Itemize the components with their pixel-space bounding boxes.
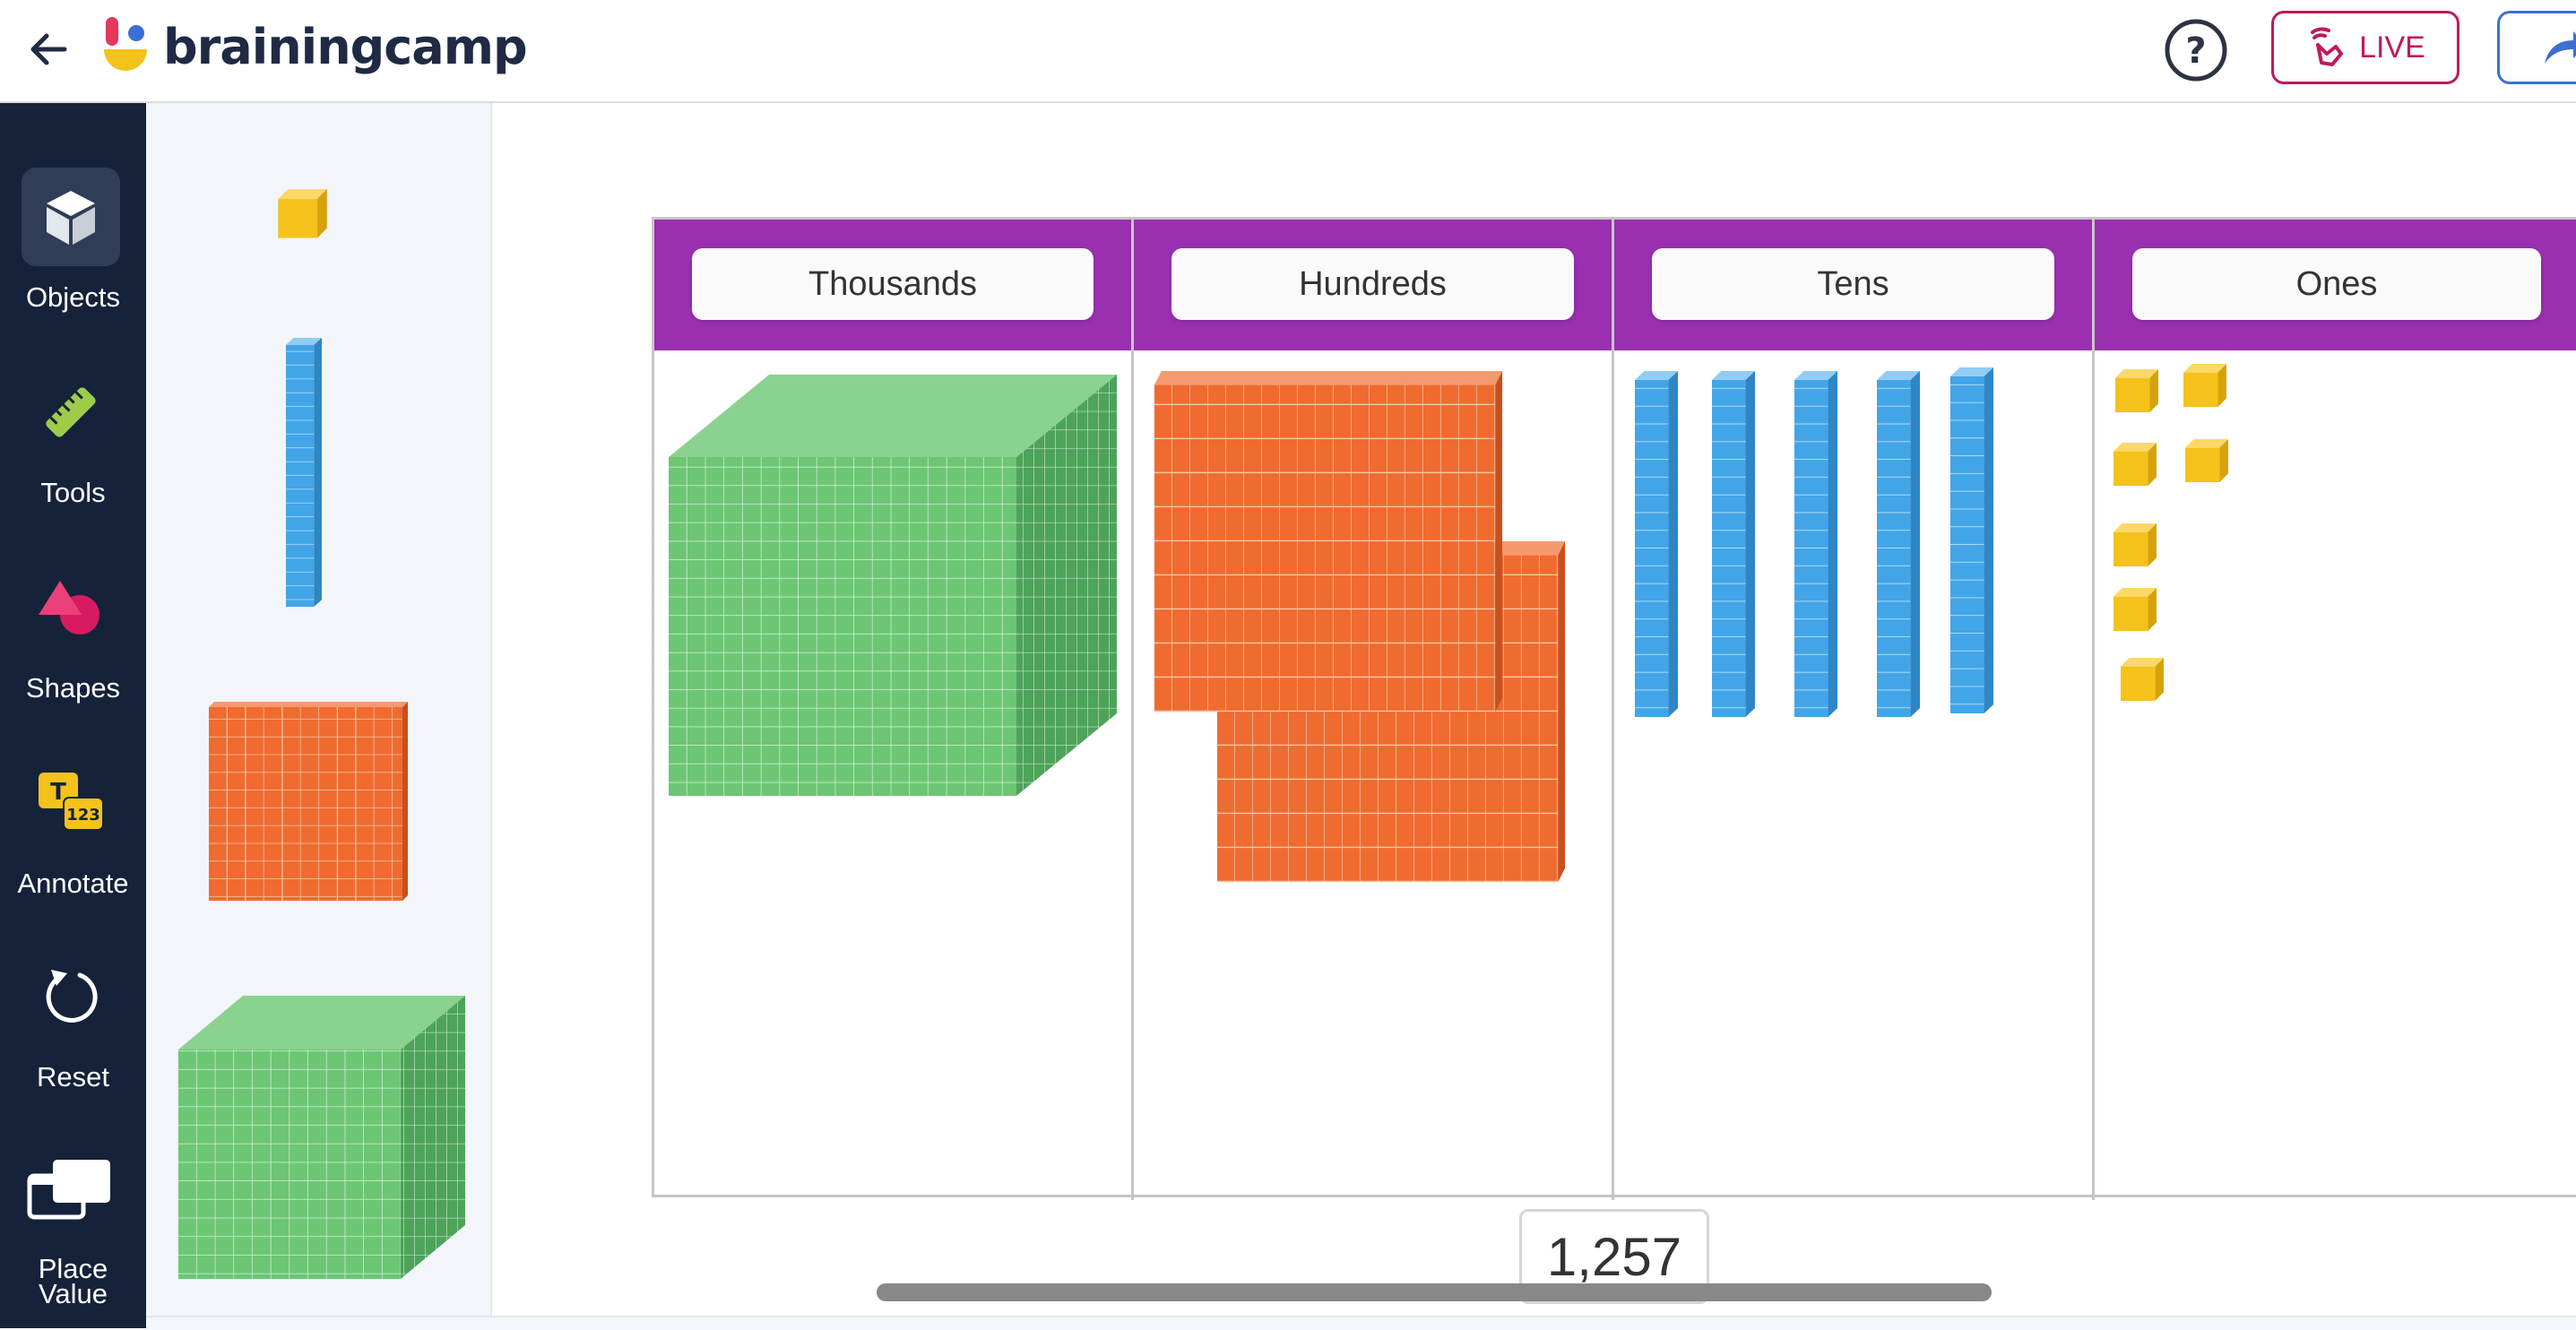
brand-logo[interactable]: brainingcamp bbox=[100, 11, 528, 82]
nav-reset-label: Reset bbox=[37, 1061, 109, 1092]
ten-rod-tile[interactable] bbox=[286, 338, 322, 607]
nav-tools-label: Tools bbox=[40, 477, 106, 508]
svg-text:?: ? bbox=[2185, 30, 2206, 72]
column-header: Ones bbox=[2095, 220, 2576, 350]
cube-icon bbox=[22, 168, 120, 266]
help-question-icon[interactable]: ? bbox=[2162, 16, 2230, 84]
share-arrow-icon bbox=[2545, 31, 2576, 64]
ten-rod-block[interactable] bbox=[1794, 371, 1837, 717]
column-label-ones: Ones bbox=[2132, 248, 2541, 320]
top-header: brainingcamp ? LIVE bbox=[0, 0, 2576, 103]
column-label-thousands: Thousands bbox=[692, 248, 1094, 320]
nav-place-value[interactable]: Place Value bbox=[0, 1141, 146, 1320]
ten-rod-block[interactable] bbox=[1712, 371, 1755, 717]
horizontal-scrollbar[interactable] bbox=[877, 1283, 1992, 1301]
brainingcamp-logo-icon bbox=[104, 17, 147, 71]
share-button[interactable] bbox=[2497, 11, 2576, 84]
ten-rod-block[interactable] bbox=[1950, 367, 1993, 713]
broadcast-hand-icon bbox=[2311, 27, 2344, 66]
column-label-hundreds: Hundreds bbox=[1171, 248, 1574, 320]
column-ones[interactable]: Ones bbox=[2095, 220, 2576, 1200]
nav-annotate-label: Annotate bbox=[17, 868, 129, 899]
nav-shapes[interactable]: Shapes bbox=[0, 558, 146, 738]
column-label-tens: Tens bbox=[1652, 248, 2054, 320]
unit-cube-block[interactable] bbox=[2182, 364, 2228, 407]
ten-rod-block[interactable] bbox=[1877, 371, 1920, 717]
live-label: LIVE bbox=[2359, 30, 2425, 65]
nav-tools[interactable]: Tools bbox=[0, 363, 146, 542]
svg-text:123: 123 bbox=[66, 806, 100, 825]
ruler-icon bbox=[22, 363, 120, 462]
left-toolbar: Objects Tools Shapes T 123 Annotate Rese… bbox=[0, 103, 146, 1328]
reset-icon bbox=[22, 947, 120, 1046]
unit-cube-block[interactable] bbox=[2112, 588, 2158, 631]
thousand-cube-tile[interactable] bbox=[178, 996, 467, 1282]
object-palette bbox=[146, 103, 492, 1317]
thousand-cube-block[interactable] bbox=[669, 375, 1119, 798]
hundred-flat-block[interactable] bbox=[1154, 371, 1504, 715]
unit-cube-block[interactable] bbox=[2112, 523, 2158, 566]
shapes-icon bbox=[22, 558, 120, 657]
live-button[interactable]: LIVE bbox=[2271, 11, 2459, 84]
nav-reset[interactable]: Reset bbox=[0, 947, 146, 1127]
unit-cube-block[interactable] bbox=[2119, 658, 2165, 701]
column-header: Tens bbox=[1614, 220, 2092, 350]
nav-objects[interactable]: Objects bbox=[0, 168, 146, 347]
hundred-flat-tile[interactable] bbox=[209, 702, 411, 903]
place-value-icon bbox=[22, 1141, 120, 1239]
back-arrow-icon[interactable] bbox=[20, 20, 79, 79]
brand-name: brainingcamp bbox=[163, 18, 528, 75]
nav-value-label: Value bbox=[39, 1278, 108, 1309]
nav-shapes-label: Shapes bbox=[25, 672, 121, 704]
nav-annotate[interactable]: T 123 Annotate bbox=[0, 754, 146, 933]
unit-cube-block[interactable] bbox=[2183, 439, 2230, 482]
nav-objects-label: Objects bbox=[25, 281, 121, 313]
column-header: Hundreds bbox=[1134, 220, 1612, 350]
column-tens[interactable]: Tens bbox=[1614, 220, 2095, 1200]
unit-cube-block[interactable] bbox=[2112, 443, 2158, 486]
ten-rod-block[interactable] bbox=[1635, 371, 1678, 717]
text-number-icon: T 123 bbox=[22, 754, 120, 852]
unit-cube-block[interactable] bbox=[2114, 369, 2160, 412]
unit-cube-tile[interactable] bbox=[276, 189, 339, 243]
column-header: Thousands bbox=[654, 220, 1131, 350]
